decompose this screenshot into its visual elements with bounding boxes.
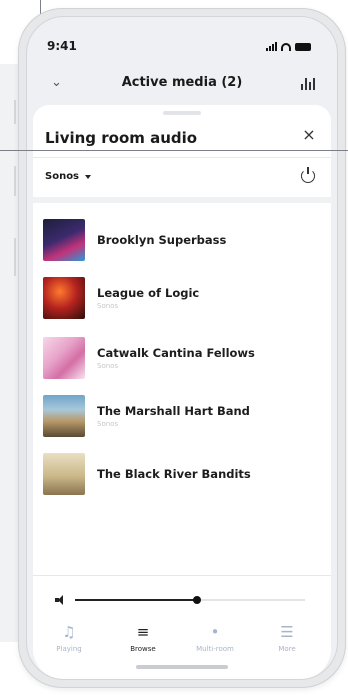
home-indicator	[136, 665, 228, 669]
tab-bar: ♫ Playing ≡ Browse • Multi-room ☰ More	[33, 623, 331, 679]
tab-more[interactable]: ☰ More	[257, 623, 317, 653]
speaker-icon[interactable]	[55, 595, 65, 605]
music-note-icon: ♫	[62, 623, 76, 641]
status-icons	[266, 42, 311, 51]
top-nav: Active media (2)	[27, 75, 337, 99]
background-mark	[14, 238, 16, 276]
tab-label: More	[278, 645, 296, 653]
list-item[interactable]: League of Logic Sonos	[43, 275, 321, 321]
item-subtitle: Sonos	[97, 302, 119, 310]
wifi-icon	[281, 42, 291, 51]
album-art	[43, 337, 85, 379]
caret-down-icon	[85, 174, 92, 179]
source-label: Sonos	[45, 171, 80, 182]
item-title: League of Logic	[97, 286, 200, 300]
tab-browse[interactable]: ≡ Browse	[113, 623, 173, 653]
status-time: 9:41	[47, 39, 77, 53]
list-item[interactable]: Brooklyn Superbass	[43, 217, 321, 263]
divider	[33, 575, 331, 576]
playlist-icon: ≡	[136, 623, 150, 641]
tab-label: Browse	[130, 645, 156, 653]
power-icon[interactable]	[301, 167, 315, 183]
item-subtitle: Sonos	[97, 420, 119, 428]
divider	[33, 197, 331, 203]
album-art	[43, 395, 85, 437]
tab-playing[interactable]: ♫ Playing	[39, 623, 99, 653]
source-selector[interactable]: Sonos	[45, 171, 92, 182]
active-media-title: Active media (2)	[121, 75, 243, 90]
album-art	[43, 277, 85, 319]
room-title: Living room audio	[45, 129, 198, 147]
equalizer-icon[interactable]	[301, 77, 315, 90]
signal-icon	[266, 42, 277, 51]
battery-icon	[295, 42, 311, 51]
list-item[interactable]: Catwalk Cantina Fellows Sonos	[43, 335, 321, 381]
tab-multi-room[interactable]: • Multi-room	[185, 623, 245, 653]
phone-screen: 9:41 Active media (2) Living room audio …	[26, 16, 338, 680]
tab-label: Multi-room	[196, 645, 234, 653]
menu-icon: ☰	[280, 623, 294, 641]
item-title: Catwalk Cantina Fellows	[97, 346, 255, 360]
item-title: The Marshall Hart Band	[97, 404, 250, 418]
room-sheet: Living room audio Sonos Brooklyn Superba…	[33, 105, 331, 679]
volume-fill	[75, 599, 197, 601]
phone-frame: 9:41 Active media (2) Living room audio …	[18, 8, 346, 688]
list-item[interactable]: The Marshall Hart Band Sonos	[43, 393, 321, 439]
broadcast-icon: •	[210, 623, 220, 641]
close-icon[interactable]	[301, 127, 317, 143]
status-bar: 9:41	[27, 39, 337, 57]
list-item[interactable]: The Black River Bandits	[43, 451, 321, 497]
volume-control	[41, 593, 323, 609]
background-mark	[14, 166, 16, 196]
item-title: Brooklyn Superbass	[97, 233, 227, 247]
tab-label: Playing	[56, 645, 82, 653]
background-mark	[14, 100, 16, 124]
volume-knob[interactable]	[192, 596, 201, 604]
volume-slider[interactable]	[75, 596, 305, 604]
item-subtitle: Sonos	[97, 362, 119, 370]
album-art	[43, 219, 85, 261]
item-title: The Black River Bandits	[97, 467, 251, 481]
guide-line-horizontal	[0, 150, 348, 151]
divider	[33, 157, 331, 158]
sheet-grabber[interactable]	[163, 111, 201, 115]
album-art	[43, 453, 85, 495]
